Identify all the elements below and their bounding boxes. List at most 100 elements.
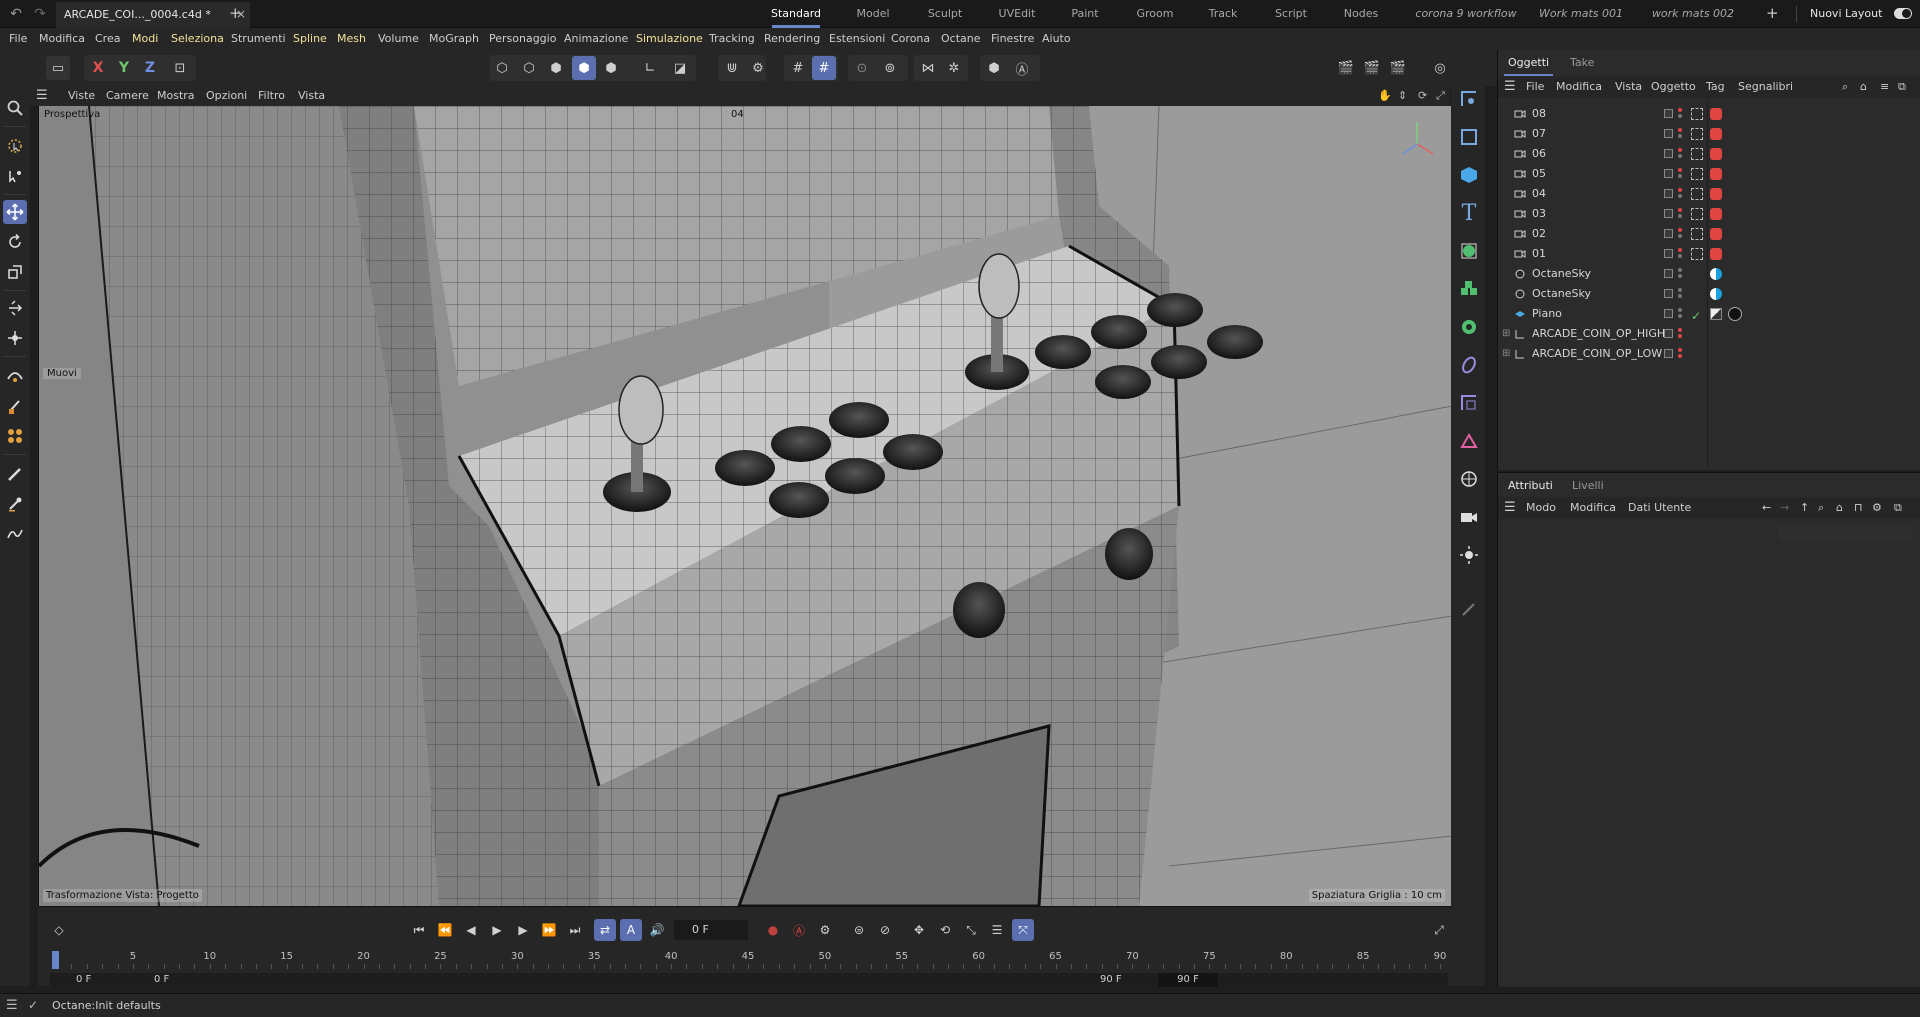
protection-tag-icon[interactable]	[1691, 248, 1703, 260]
viewport-menu-filtro[interactable]: Filtro	[258, 86, 285, 106]
menu-rendering[interactable]: Rendering	[764, 28, 820, 50]
go-to-start-icon[interactable]: ⏮	[408, 919, 430, 941]
octane-sky-tag-icon[interactable]	[1710, 288, 1722, 300]
protection-tag-icon[interactable]	[1691, 128, 1703, 140]
transfer-icon[interactable]	[3, 296, 27, 320]
texture-tag-icon[interactable]	[1710, 308, 1722, 320]
uv-mode-icon[interactable]: ⬢	[599, 56, 623, 80]
range-start[interactable]: 0 F	[76, 973, 91, 987]
menu-personaggio[interactable]: Personaggio	[489, 28, 556, 50]
layer-checkbox[interactable]	[1664, 189, 1673, 198]
lock-icon[interactable]: ⊙	[850, 56, 874, 80]
current-frame-field[interactable]: 0 F	[674, 920, 748, 940]
pen-icon[interactable]	[3, 492, 27, 516]
go-to-end-icon[interactable]: ⏭	[564, 919, 586, 941]
object-row[interactable]: 08	[1498, 104, 1920, 124]
light-icon[interactable]	[1456, 542, 1482, 568]
menu-simulazione[interactable]: Simulazione	[636, 28, 703, 50]
lock-icon[interactable]: ⊓	[1854, 497, 1863, 519]
object-row[interactable]: OctaneSky	[1498, 284, 1920, 304]
previous-frame-icon[interactable]: ◀	[460, 919, 482, 941]
layout-tab-work-mats-002[interactable]: work mats 002	[1648, 0, 1738, 28]
cube-outline-icon[interactable]	[1456, 124, 1482, 150]
live-selection-icon[interactable]	[3, 164, 27, 188]
menu-tracking[interactable]: Tracking	[709, 28, 755, 50]
layer-checkbox[interactable]	[1664, 309, 1673, 318]
material-tag-icon[interactable]	[1728, 307, 1742, 321]
filter-icon[interactable]: ≡	[1880, 76, 1889, 98]
knife-icon[interactable]	[3, 394, 27, 418]
octane-camera-tag-icon[interactable]	[1710, 248, 1722, 260]
hamburger-icon[interactable]: ☰	[1504, 76, 1516, 98]
layout-tab-corona-workflow[interactable]: corona 9 workflow	[1410, 0, 1522, 28]
viewport-menu-mostra[interactable]: Mostra	[157, 86, 195, 106]
protection-tag-icon[interactable]	[1691, 228, 1703, 240]
param-key-icon[interactable]: ☰	[986, 919, 1008, 941]
object-row[interactable]: 07	[1498, 124, 1920, 144]
layer-checkbox[interactable]	[1664, 249, 1673, 258]
spline-pen-icon[interactable]	[3, 522, 27, 546]
visibility-dots[interactable]	[1678, 306, 1683, 320]
position-key-icon[interactable]: ✥	[908, 919, 930, 941]
render-region-icon[interactable]: 🎬	[1334, 56, 1358, 80]
octane-camera-tag-icon[interactable]	[1710, 128, 1722, 140]
render-view-icon[interactable]: 🎬	[1360, 56, 1384, 80]
search-icon[interactable]: ⌕	[1842, 76, 1848, 98]
menu-file[interactable]: File	[9, 28, 27, 50]
anim-mode-icon[interactable]: A	[620, 919, 642, 941]
layer-checkbox[interactable]	[1664, 209, 1673, 218]
viewport-menu-viste[interactable]: Viste	[68, 86, 95, 106]
spline-icon[interactable]	[1456, 428, 1482, 454]
menu-modifica[interactable]: Modifica	[39, 28, 85, 50]
visibility-dots[interactable]	[1678, 346, 1683, 360]
axis-z-button[interactable]: Z	[138, 56, 162, 80]
axis-x-button[interactable]: X	[86, 56, 110, 80]
menu-volume[interactable]: Volume	[378, 28, 419, 50]
grid-snap-icon[interactable]: #	[786, 56, 810, 80]
range-end[interactable]: 90 F	[1158, 973, 1218, 987]
magnet-icon[interactable]: ⋓	[720, 56, 744, 80]
team-render-icon[interactable]: ◎	[1428, 56, 1452, 80]
layout-tab-standard[interactable]: Standard	[766, 0, 826, 28]
attributes-menu-modo[interactable]: Modo	[1526, 497, 1556, 519]
visibility-dots[interactable]	[1678, 246, 1683, 260]
viewport-menu-opzioni[interactable]: Opzioni	[206, 86, 247, 106]
layout-tab-work-mats-001[interactable]: Work mats 001	[1536, 0, 1626, 28]
enabled-check-icon[interactable]: ✓	[1691, 306, 1701, 326]
object-row[interactable]: 04	[1498, 184, 1920, 204]
viewport-menu-camere[interactable]: Camere	[106, 86, 149, 106]
hamburger-icon[interactable]: ☰	[1504, 497, 1516, 519]
layout-tab-groom[interactable]: Groom	[1130, 0, 1180, 28]
camera-view-icon[interactable]	[1456, 86, 1482, 112]
octane-camera-tag-icon[interactable]	[1710, 188, 1722, 200]
object-row[interactable]: OctaneSky	[1498, 264, 1920, 284]
visibility-dots[interactable]	[1678, 126, 1683, 140]
field-icon[interactable]	[1456, 390, 1482, 416]
layer-checkbox[interactable]	[1664, 329, 1673, 338]
layout-tab-uvedit[interactable]: UVEdit	[992, 0, 1042, 28]
rotate-icon[interactable]	[3, 230, 27, 254]
protection-tag-icon[interactable]	[1691, 148, 1703, 160]
objects-menu-tag[interactable]: Tag	[1706, 76, 1725, 98]
camera-label[interactable]: 04	[731, 109, 744, 120]
attributes-menu-modifica[interactable]: Modifica	[1570, 497, 1616, 519]
scale-icon[interactable]	[3, 260, 27, 284]
timeline-expand-icon[interactable]: ⤢	[1428, 919, 1450, 941]
viewport-menu-vista[interactable]: Vista	[298, 86, 325, 106]
octane-camera-tag-icon[interactable]	[1710, 208, 1722, 220]
3d-viewport[interactable]: Prospettiva 04 Muovi Trasformazione Vist…	[38, 106, 1451, 906]
menu-animazione[interactable]: Animazione	[564, 28, 628, 50]
dolly-icon[interactable]: ⇕	[1398, 86, 1407, 106]
menu-mograph[interactable]: MoGraph	[429, 28, 479, 50]
search-icon[interactable]: ⌕	[1818, 497, 1824, 519]
new-window-icon[interactable]: ⧉	[1894, 497, 1902, 519]
edges-mode-icon[interactable]: ⬡	[517, 56, 541, 80]
protection-tag-icon[interactable]	[1691, 168, 1703, 180]
layer-checkbox[interactable]	[1664, 109, 1673, 118]
axis-y-button[interactable]: Y	[112, 56, 136, 80]
tab-attributi[interactable]: Attributi	[1504, 473, 1557, 499]
settings-icon[interactable]: ⚙	[1872, 497, 1882, 519]
object-row[interactable]: 06	[1498, 144, 1920, 164]
layer-checkbox[interactable]	[1664, 229, 1673, 238]
key-selection-icon[interactable]: ⊜	[848, 919, 870, 941]
